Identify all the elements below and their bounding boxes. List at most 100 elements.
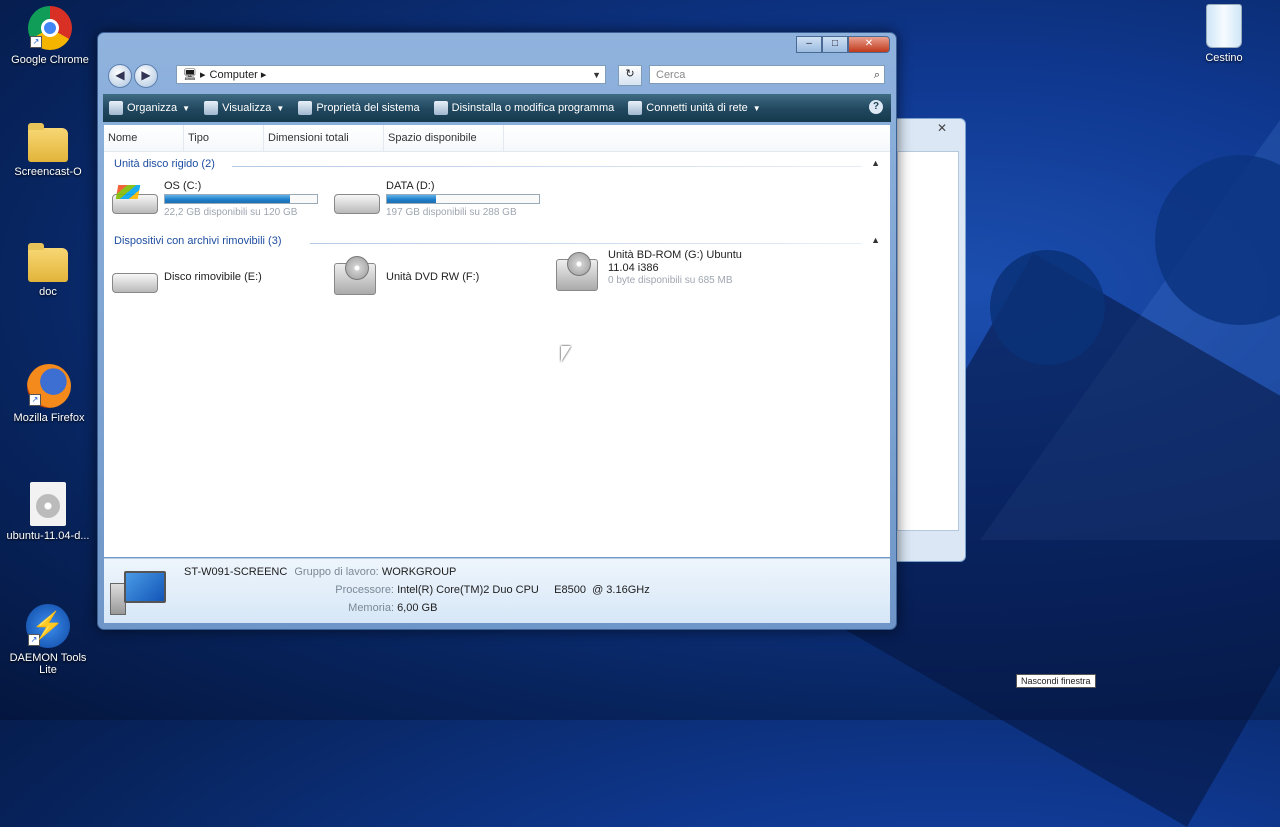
uninstall-label: Disinstalla o modifica programma [451,102,615,114]
group-title: Unità disco rigido (2) [114,158,215,170]
drive-free-space: 0 byte disponibili su 685 MB [608,275,733,286]
disc-image-icon [30,482,66,526]
workgroup-label: Gruppo di lavoro: [294,566,379,578]
dvd-drive-icon [334,256,382,295]
group-header-hard-disks[interactable]: Unità disco rigido (2) ▲ [114,158,884,174]
desktop-icon-recycle-bin[interactable]: Cestino [1176,4,1272,64]
bd-rom-drive-icon [556,252,604,291]
drive-bdrom-g[interactable]: Unità BD-ROM (G:) Ubuntu 11.04 i386 0 by… [556,249,796,291]
views-icon [204,101,219,115]
recycle-bin-icon [1206,4,1242,48]
drive-os-c[interactable]: OS (C:) 22,2 GB disponibili su 120 GB [112,180,322,220]
firefox-icon: ↗ [27,364,71,408]
network-drive-icon [628,101,643,115]
column-header-name[interactable]: Nome [104,125,184,151]
collapse-icon[interactable]: ▲ [871,158,880,168]
drive-name: Disco rimovibile (E:) [164,271,262,283]
search-input[interactable]: Cerca ⌕ [649,65,885,84]
drive-dvd-f[interactable]: Unità DVD RW (F:) [334,256,544,299]
desktop-icon-label: Google Chrome [11,54,89,66]
drive-usage-bar [164,194,318,204]
drive-name: DATA (D:) [386,180,435,192]
drive-name: Unità BD-ROM (G:) Ubuntu [608,249,742,261]
forward-button[interactable]: ▶ [134,64,158,88]
desktop-icon-doc[interactable]: doc [0,242,96,298]
wallpaper-circle [1155,155,1280,325]
drive-name: OS (C:) [164,180,202,192]
address-crumb[interactable]: Computer [210,69,258,81]
command-bar: Organizza ▼ Visualizza ▼ Proprietà del sis… [103,94,891,122]
organize-label: Organizza [127,102,178,114]
drive-removable-e[interactable]: Disco rimovibile (E:) [112,259,322,299]
minimize-button[interactable]: – [796,36,822,53]
desktop-icon-daemon-tools[interactable]: ↗ DAEMON Tools Lite [0,604,96,676]
folder-icon [28,123,68,162]
drive-free-space: 197 GB disponibili su 288 GB [386,207,517,218]
maximize-button[interactable]: □ [822,36,848,53]
chevron-down-icon: ▼ [276,103,285,113]
column-headers: Nome Tipo Dimensioni totali Spazio dispo… [104,125,890,152]
column-header-free-space[interactable]: Spazio disponibile [384,125,504,151]
column-header-total-size[interactable]: Dimensioni totali [264,125,384,151]
shortcut-arrow-icon: ↗ [30,36,42,48]
organize-button[interactable]: Organizza ▼ [109,101,190,115]
background-window-content [897,151,959,531]
search-icon[interactable]: ⌕ [874,66,880,84]
wallpaper-shape [980,120,1280,540]
views-button[interactable]: Visualizza ▼ [204,101,284,115]
explorer-window[interactable]: – □ ✕ ◀ ▶ 🖥 ▸ Computer ▸ ▼ ↻ Cerca ⌕ Orga… [97,32,897,630]
back-button[interactable]: ◀ [108,64,132,88]
memory-label: Memoria: [348,602,394,614]
group-divider [310,243,862,244]
folder-icon [28,243,68,282]
desktop-icon-label: Cestino [1205,52,1243,64]
tooltip: Nascondi finestra [1016,674,1096,688]
navigation-bar: ◀ ▶ 🖥 ▸ Computer ▸ ▼ ↻ Cerca ⌕ [106,62,888,88]
address-bar[interactable]: 🖥 ▸ Computer ▸ ▼ [176,65,606,84]
close-button[interactable]: ✕ [848,36,890,53]
removable-disk-icon [112,263,160,293]
desktop-icon-label: doc [39,286,57,298]
drive-free-space: 22,2 GB disponibili su 120 GB [164,207,298,218]
shortcut-arrow-icon: ↗ [28,634,40,646]
organize-icon [109,101,123,115]
processor-value: Intel(R) Core(TM)2 Duo CPU E8500 @ 3.16G… [397,584,650,596]
desktop-icon-screencast[interactable]: Screencast-O [0,122,96,178]
chevron-down-icon[interactable]: ▼ [592,66,601,84]
desktop-icon-label: ubuntu-11.04-d... [6,530,90,542]
file-list[interactable]: Nome Tipo Dimensioni totali Spazio dispo… [104,125,890,557]
chevron-right-icon[interactable]: ▸ [261,69,267,81]
help-icon[interactable]: ? [869,100,883,114]
wallpaper-circle [990,250,1105,365]
desktop-icon-label: Mozilla Firefox [13,412,85,424]
computer-icon [110,571,166,615]
search-placeholder: Cerca [656,69,686,81]
system-properties-label: Proprietà del sistema [316,102,420,114]
workgroup-value: WORKGROUP [381,566,457,578]
processor-row: Processore: Intel(R) Core(TM)2 Duo CPU E… [184,584,650,596]
processor-label: Processore: [335,584,394,596]
chevron-down-icon: ▼ [182,103,191,113]
chrome-icon: ↗ [28,6,72,50]
memory-row: Memoria: 6,00 GB [184,602,437,614]
system-properties-icon [298,101,313,115]
desktop-icon-chrome[interactable]: ↗ Google Chrome [2,6,98,66]
memory-value: 6,00 GB [397,602,438,614]
column-header-type[interactable]: Tipo [184,125,264,151]
refresh-button[interactable]: ↻ [618,65,642,86]
desktop-icon-ubuntu-iso[interactable]: ubuntu-11.04-d... [0,482,96,542]
collapse-icon[interactable]: ▲ [871,235,880,245]
system-properties-button[interactable]: Proprietà del sistema [298,101,420,115]
daemon-tools-icon: ↗ [26,604,70,648]
uninstall-program-button[interactable]: Disinstalla o modifica programma [433,101,615,115]
desktop-icon-firefox[interactable]: ↗ Mozilla Firefox [1,364,97,424]
desktop-icon-label: DAEMON Tools Lite [9,652,87,676]
hard-disk-icon [334,184,382,214]
group-title: Dispositivi con archivi rimovibili (3) [114,235,282,247]
drive-data-d[interactable]: DATA (D:) 197 GB disponibili su 288 GB [334,180,544,220]
close-icon[interactable]: ✕ [937,121,947,135]
drive-name-line2: 11.04 i386 [608,262,659,274]
hard-disk-windows-icon [112,184,160,214]
map-network-drive-button[interactable]: Connetti unità di rete ▼ [628,101,761,115]
computer-name: ST-W091-SCREENC [184,566,288,578]
